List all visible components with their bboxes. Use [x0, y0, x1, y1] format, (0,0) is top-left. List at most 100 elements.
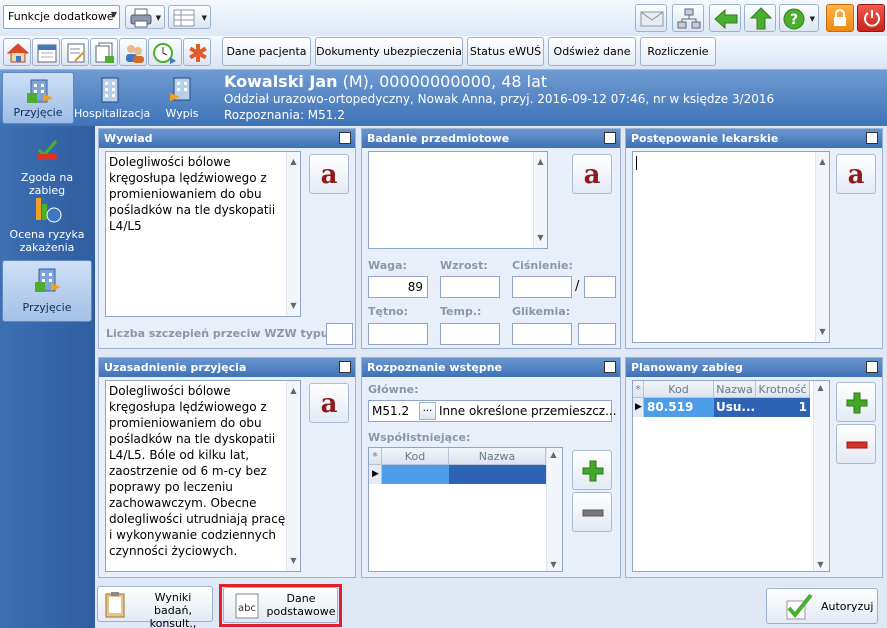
minus-icon [846, 441, 868, 449]
medical-procedure-spellcheck-button[interactable]: a [836, 154, 876, 194]
main-diagnosis-picker-button[interactable]: ... [419, 402, 436, 420]
examination-spellcheck-button[interactable]: a [572, 154, 612, 194]
patient-data-button[interactable]: Dane pacjenta [222, 37, 311, 66]
height-input[interactable] [440, 276, 500, 298]
panel-interview-checkbox[interactable] [339, 132, 351, 144]
chevron-down-icon: ▼ [155, 14, 161, 22]
secondary-diagnosis-grid[interactable]: * Kod Nazwa ▶ ▲ ▼ [368, 447, 563, 572]
panel-initial-diagnosis-checkbox[interactable] [604, 361, 616, 373]
patient-ward-info: Oddział urazowo-ortopedyczny, Nowak Anna… [224, 92, 775, 106]
exit-button[interactable] [857, 4, 885, 32]
help-button[interactable]: ? ▼ [779, 4, 819, 32]
billing-button[interactable]: Rozliczenie [640, 37, 716, 66]
panel-admission-justification-checkbox[interactable] [339, 361, 351, 373]
nav-hospitalization[interactable]: Hospitalizacja [74, 72, 150, 124]
interview-spellcheck-button[interactable]: a [309, 154, 349, 194]
calendar-button[interactable] [32, 38, 60, 66]
message-button[interactable] [635, 4, 667, 32]
scroll-up-icon[interactable]: ▲ [534, 154, 547, 170]
scroll-up-icon[interactable]: ▲ [814, 383, 827, 392]
admission-justification-textarea[interactable]: Dolegliwości bólowe kręgosłupa lędźwiowe… [105, 380, 301, 572]
emergency-button[interactable] [183, 38, 211, 66]
interview-textarea[interactable]: Dolegliwości bólowe kręgosłupa lędźwiowe… [105, 151, 301, 317]
add-surgery-button[interactable] [836, 382, 876, 422]
refresh-data-button[interactable]: Odśwież dane [548, 37, 636, 66]
add-secondary-diagnosis-button[interactable] [572, 450, 612, 490]
surgery-name-cell[interactable]: Usu... [714, 398, 756, 417]
secondary-diagnosis-code-cell[interactable] [382, 465, 449, 484]
temperature-input[interactable] [440, 323, 500, 345]
insurance-documents-button[interactable]: Dokumenty ubezpieczenia [315, 37, 463, 66]
scroll-down-icon[interactable]: ▼ [814, 560, 827, 569]
surgery-code-cell[interactable]: 80.519 [644, 398, 714, 417]
nav-admission-left[interactable]: Przyjęcie [2, 260, 92, 322]
remove-secondary-diagnosis-button[interactable] [572, 492, 612, 532]
remove-surgery-button[interactable] [836, 424, 876, 464]
grid-header-code[interactable]: Kod [382, 448, 449, 465]
nav-discharge[interactable]: Wypis [146, 72, 218, 124]
pressure-diastolic-input[interactable] [584, 276, 616, 298]
planned-surgery-scrollbar[interactable]: ▲ ▼ [813, 381, 829, 571]
surgery-multiplicity-cell[interactable]: 1 [756, 398, 810, 417]
medical-procedure-textarea[interactable]: ▲ ▼ [632, 151, 830, 343]
authorize-button[interactable]: Autoryzuj [766, 588, 878, 624]
interview-scrollbar[interactable]: ▲ ▼ [286, 152, 300, 316]
up-button[interactable] [744, 4, 776, 32]
ewus-status-button[interactable]: Status eWUŚ [467, 37, 544, 66]
scroll-up-icon[interactable]: ▲ [547, 450, 560, 459]
scroll-up-icon[interactable]: ▲ [287, 154, 300, 170]
grid-header-name[interactable]: Nazwa [449, 448, 546, 465]
scroll-down-icon[interactable]: ▼ [547, 560, 560, 569]
scroll-down-icon[interactable]: ▼ [287, 553, 300, 569]
vaccines-input[interactable] [326, 323, 353, 345]
pulse-input[interactable] [368, 323, 428, 345]
grid-header-code[interactable]: Kod [644, 381, 714, 398]
panel-examination-checkbox[interactable] [604, 132, 616, 144]
justification-spellcheck-button[interactable]: a [309, 383, 349, 423]
nav-surgery-consent[interactable]: Zgoda na zabieg [2, 134, 92, 197]
nav-admission[interactable]: Przyjęcie [2, 72, 74, 124]
building-icon [27, 79, 53, 103]
row-indicator-icon: ▶ [633, 398, 644, 417]
justification-scrollbar[interactable]: ▲ ▼ [286, 381, 300, 571]
glycemia-input[interactable] [512, 323, 572, 345]
print-button[interactable]: ▼ [125, 5, 165, 29]
nav-infection-risk[interactable]: Ocena ryzyka zakażenia [2, 192, 92, 254]
basic-data-button[interactable]: abc Dane podstawowe [223, 587, 338, 623]
documents-button[interactable] [90, 38, 118, 66]
panel-planned-surgery-checkbox[interactable] [866, 361, 878, 373]
medical-procedure-scrollbar[interactable]: ▲ ▼ [815, 152, 829, 342]
examination-textarea[interactable]: ▲ ▼ [368, 151, 548, 249]
weight-input[interactable]: 89 [368, 276, 428, 298]
main-diagnosis-field[interactable]: M51.2 ... Inne określone przemieszcz... [368, 400, 617, 422]
examination-scrollbar[interactable]: ▲ ▼ [533, 152, 547, 248]
scroll-down-icon[interactable]: ▼ [287, 298, 300, 314]
panel-examination-title-text: Badanie przedmiotowe [367, 132, 510, 145]
justification-line: kręgosłupa lędźwiowego z [109, 400, 267, 414]
pressure-systolic-input[interactable] [512, 276, 572, 298]
scroll-up-icon[interactable]: ▲ [287, 383, 300, 399]
test-results-label: Wyniki badań, konsult., skier. [149, 591, 197, 628]
back-button[interactable] [709, 4, 741, 32]
scroll-down-icon[interactable]: ▼ [534, 230, 547, 246]
schedule-button[interactable] [148, 38, 182, 66]
notes-button[interactable] [61, 38, 89, 66]
secondary-diagnosis-scrollbar[interactable]: ▲ ▼ [546, 448, 562, 571]
panel-medical-procedure-checkbox[interactable] [866, 132, 878, 144]
functions-combo[interactable]: Funkcje dodatkowe ▼ [3, 5, 120, 29]
planned-surgery-grid[interactable]: * Kod Nazwa Krotność ▶ 80.519 Usu... 1 ▲… [632, 380, 830, 572]
test-results-button[interactable]: Wyniki badań, konsult., skier. [97, 586, 213, 628]
home-button[interactable] [3, 38, 31, 66]
secondary-diagnosis-name-cell[interactable] [449, 465, 546, 484]
module-toolbar: Dane pacjenta Dokumenty ubezpieczenia St… [0, 36, 887, 70]
patients-button[interactable] [119, 38, 147, 66]
scroll-up-icon[interactable]: ▲ [816, 154, 829, 170]
main-toolbar: Funkcje dodatkowe ▼ ▼ ▼ ? ▼ [0, 0, 887, 36]
lock-button[interactable] [826, 4, 854, 32]
network-button[interactable] [672, 4, 704, 32]
layout-button[interactable]: ▼ [168, 5, 211, 29]
glycemia-unit-input[interactable] [578, 323, 616, 345]
scroll-down-icon[interactable]: ▼ [816, 324, 829, 340]
grid-header-name[interactable]: Nazwa [714, 381, 756, 398]
grid-header-multiplicity[interactable]: Krotność [756, 381, 810, 398]
